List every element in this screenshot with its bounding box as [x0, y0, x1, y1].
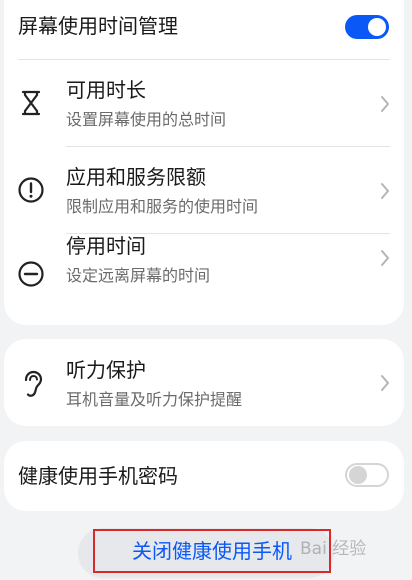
- hourglass-icon: [21, 90, 41, 116]
- health-password-item[interactable]: 健康使用手机密码: [4, 441, 404, 511]
- downtime-title: 停用时间: [66, 234, 146, 258]
- ear-icon: [24, 370, 43, 397]
- health-password-title: 健康使用手机密码: [18, 464, 178, 488]
- screen-time-card: 屏幕使用时间管理 可用时长 设置屏幕使用的总时间 应用和服务限额 限制应用和服务…: [4, 0, 404, 325]
- usage-limit-item[interactable]: 可用时长 设置屏幕使用的总时间: [4, 60, 404, 146]
- screen-time-toggle[interactable]: [345, 15, 389, 39]
- toggle-knob: [368, 18, 386, 36]
- chevron-right-icon: [381, 250, 389, 266]
- hearing-protection-title: 听力保护: [66, 358, 146, 382]
- chevron-right-icon: [381, 96, 389, 112]
- downtime-item[interactable]: 停用时间 设定远离屏幕的时间: [4, 234, 404, 320]
- app-limits-item[interactable]: 应用和服务限额 限制应用和服务的使用时间: [4, 147, 404, 233]
- downtime-subtitle: 设定远离屏幕的时间: [66, 266, 211, 285]
- health-password-toggle[interactable]: [345, 463, 389, 487]
- exclamation-circle-icon: [18, 177, 44, 203]
- usage-limit-title: 可用时长: [66, 78, 146, 102]
- hearing-protection-item[interactable]: 听力保护 耳机音量及听力保护提醒: [4, 339, 404, 426]
- app-limits-subtitle: 限制应用和服务的使用时间: [66, 197, 259, 216]
- watermark: Bai 经验: [300, 539, 367, 559]
- chevron-right-icon: [381, 375, 389, 391]
- minus-circle-icon: [18, 261, 44, 287]
- screen-time-title: 屏幕使用时间管理: [18, 14, 178, 38]
- chevron-right-icon: [381, 183, 389, 199]
- app-limits-title: 应用和服务限额: [66, 165, 206, 189]
- usage-limit-subtitle: 设置屏幕使用的总时间: [66, 110, 227, 129]
- hearing-protection-subtitle: 耳机音量及听力保护提醒: [66, 390, 243, 409]
- close-health-use-label: 关闭健康使用手机: [93, 529, 331, 573]
- toggle-knob: [349, 466, 367, 484]
